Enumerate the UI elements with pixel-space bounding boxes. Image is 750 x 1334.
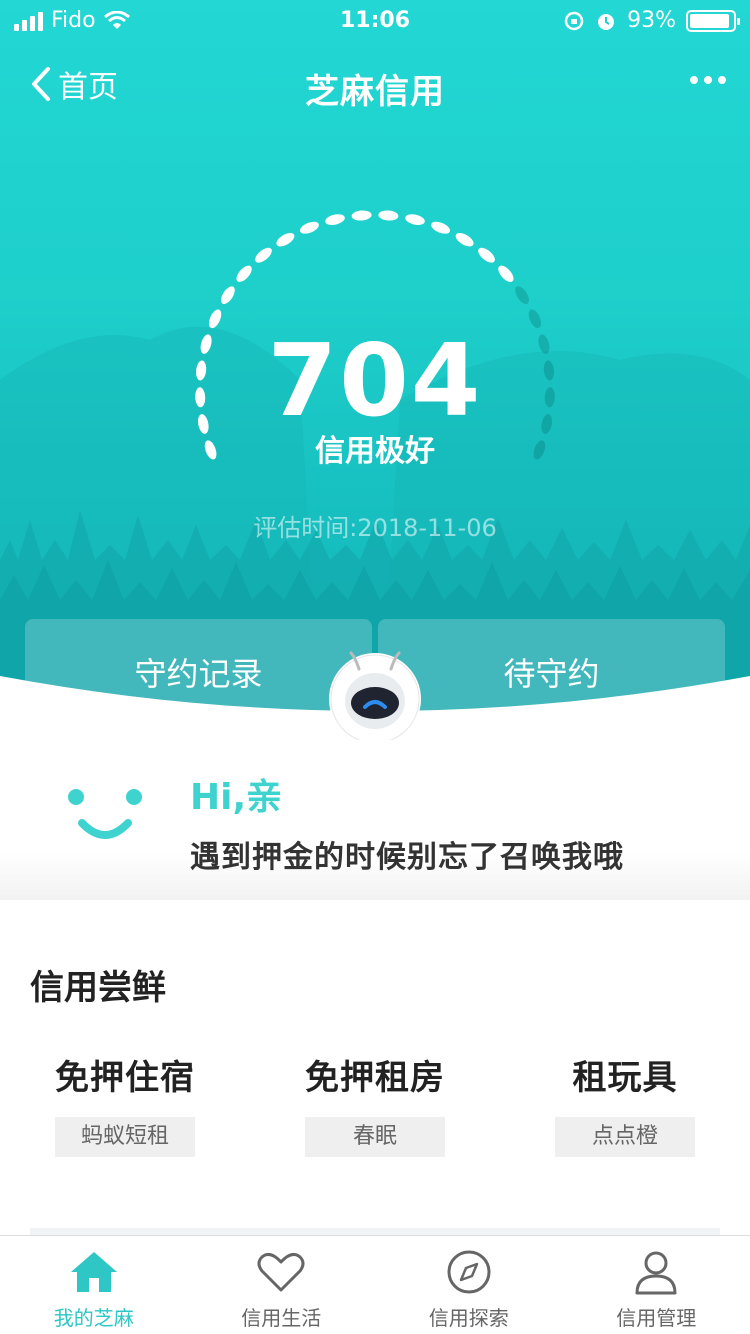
heart-icon: [257, 1252, 305, 1292]
smiley-icon: [68, 789, 142, 839]
gauge-dot: [255, 247, 272, 263]
greeting-message: 遇到押金的时候别忘了召唤我哦: [190, 840, 624, 875]
status-right: 93%: [563, 8, 740, 33]
tab-label: 信用生活: [241, 1306, 322, 1330]
tab-label: 信用管理: [616, 1306, 697, 1330]
evaluation-time: 评估时间:2018-11-06: [253, 514, 497, 542]
gauge-dot: [455, 233, 474, 247]
hero-header: Fido 11:06 93% 首页 芝麻信用 704 信用极好 评估时间:201…: [0, 0, 750, 740]
status-bar: Fido 11:06 93%: [0, 0, 750, 40]
offer-tag: 春眠: [305, 1117, 445, 1157]
greeting-hi: Hi,亲: [190, 777, 283, 818]
gauge-dot: [431, 221, 451, 234]
battery-icon: [686, 9, 740, 32]
gauge-dot: [378, 210, 399, 221]
battery-percent: 93%: [627, 8, 676, 33]
gauge-dot: [351, 210, 372, 221]
battery-fill: [690, 13, 730, 28]
credit-score: 704: [267, 322, 483, 439]
offer-card[interactable]: 免押住宿 蚂蚁短租: [0, 1050, 250, 1157]
gauge-dot: [498, 265, 514, 282]
tab-my-sesame[interactable]: 我的芝麻: [0, 1236, 188, 1334]
tab-credit-manage[interactable]: 信用管理: [563, 1236, 750, 1334]
gauge-dot: [276, 233, 295, 247]
gauge-dot: [221, 286, 235, 305]
user-icon: [635, 1251, 677, 1295]
rotation-lock-icon: [564, 11, 584, 30]
home-icon: [70, 1252, 117, 1292]
ellipsis-icon: [690, 76, 698, 84]
gauge-dot: [478, 247, 495, 263]
offer-name: 租玩具: [572, 1058, 678, 1098]
gauge-dot: [405, 214, 425, 225]
page-title: 芝麻信用: [305, 72, 445, 112]
tab-label: 信用探索: [428, 1306, 509, 1330]
gauge-dot: [236, 265, 252, 282]
gauge-dot: [299, 221, 319, 234]
gauge-dot: [325, 214, 345, 225]
offer-name: 免押住宿: [55, 1058, 195, 1098]
ellipsis-icon: [704, 76, 712, 84]
compass-icon: [447, 1250, 491, 1294]
offer-card[interactable]: 租玩具 点点橙: [500, 1050, 750, 1157]
tab-credit-life[interactable]: 信用生活: [188, 1236, 376, 1334]
ellipsis-icon: [718, 76, 726, 84]
tab-label: 我的芝麻: [53, 1306, 134, 1330]
offer-card[interactable]: 免押租房 春眠: [250, 1050, 500, 1157]
gauge-dot: [515, 286, 529, 305]
credit-level: 信用极好: [315, 434, 435, 469]
offer-tag: 蚂蚁短租: [55, 1117, 195, 1157]
offer-tag: 点点橙: [555, 1117, 695, 1157]
assistant-greeting: Hi,亲 遇到押金的时候别忘了召唤我哦: [0, 740, 750, 900]
robot-avatar[interactable]: [321, 645, 429, 745]
alarm-icon: [598, 13, 615, 30]
section-title: 信用尝鲜: [30, 968, 166, 1008]
tab-credit-explore[interactable]: 信用探索: [375, 1236, 563, 1334]
tab-bar: 我的芝麻 信用生活 信用探索 信用管理: [0, 1235, 750, 1334]
more-button[interactable]: [690, 76, 726, 84]
offer-name: 免押租房: [305, 1058, 445, 1098]
navigation-bar: 首页 芝麻信用: [0, 56, 750, 116]
